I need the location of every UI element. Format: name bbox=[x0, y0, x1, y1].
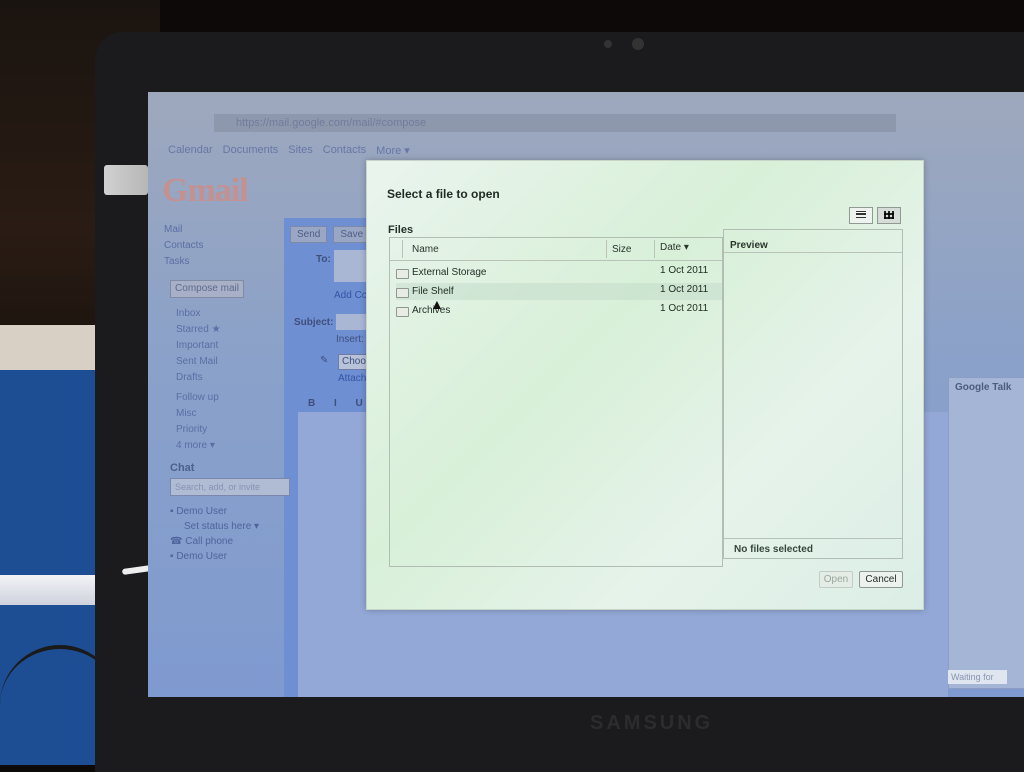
add-cc-link[interactable]: Add Cc bbox=[334, 290, 367, 301]
formatting-toolbar[interactable]: B I U bbox=[308, 398, 371, 409]
chat-contact[interactable]: ▪ Demo User bbox=[170, 504, 259, 519]
nav-mail[interactable]: Mail bbox=[164, 222, 284, 238]
chat-search-input[interactable]: Search, add, or invite bbox=[170, 478, 290, 496]
file-row-file-shelf[interactable]: File Shelf 1 Oct 2011 bbox=[396, 283, 722, 300]
webcam bbox=[632, 38, 644, 50]
label-starred[interactable]: Starred ★ bbox=[176, 322, 221, 338]
divider bbox=[724, 538, 902, 539]
selection-status: No files selected bbox=[734, 544, 813, 555]
column-divider bbox=[402, 240, 403, 258]
file-row-external-storage[interactable]: External Storage 1 Oct 2011 bbox=[396, 264, 722, 281]
file-list-header: Name Size Date ▾ bbox=[390, 238, 722, 261]
view-toggle bbox=[849, 207, 901, 224]
google-talk-status: Waiting for bbox=[948, 670, 1007, 684]
nav-link-more[interactable]: More ▾ bbox=[376, 144, 410, 157]
files-heading: Files bbox=[388, 224, 414, 236]
column-divider bbox=[654, 240, 655, 258]
label-important[interactable]: Important bbox=[176, 338, 221, 354]
grid-view-icon bbox=[884, 211, 894, 219]
google-talk-panel: Google Talk bbox=[948, 377, 1024, 689]
camera-dot bbox=[604, 40, 612, 48]
file-open-dialog: Select a file to open Files Name Size Da… bbox=[366, 160, 924, 610]
list-view-icon bbox=[856, 211, 866, 218]
save-button[interactable]: Save bbox=[333, 226, 371, 243]
call-phone-link[interactable]: ☎ Call phone bbox=[170, 534, 259, 549]
label-drafts[interactable]: Drafts bbox=[176, 370, 221, 386]
open-button[interactable]: Open bbox=[819, 571, 853, 588]
nav-link-calendar[interactable]: Calendar bbox=[168, 144, 213, 157]
subject-label: Subject: bbox=[294, 317, 334, 328]
column-size-header[interactable]: Size bbox=[612, 244, 631, 255]
status-selector[interactable]: Set status here ▾ bbox=[170, 519, 259, 534]
gmail-top-nav: Calendar Documents Sites Contacts More ▾ bbox=[168, 144, 410, 157]
nav-link-sites[interactable]: Sites bbox=[288, 144, 312, 157]
list-view-button[interactable] bbox=[849, 207, 873, 224]
column-date-header[interactable]: Date ▾ bbox=[660, 242, 689, 253]
label-sent[interactable]: Sent Mail bbox=[176, 354, 221, 370]
background-table bbox=[0, 325, 110, 375]
nav-link-documents[interactable]: Documents bbox=[223, 144, 279, 157]
column-name-header[interactable]: Name bbox=[412, 244, 439, 255]
insert-label: Insert: bbox=[336, 334, 364, 345]
chat-contact[interactable]: ▪ Demo User bbox=[170, 549, 259, 564]
bezel-glare bbox=[104, 165, 148, 195]
paperclip-icon: ✎ bbox=[320, 355, 329, 366]
nav-tasks[interactable]: Tasks bbox=[164, 254, 284, 270]
label-more[interactable]: 4 more ▾ bbox=[176, 438, 221, 454]
label-inbox[interactable]: Inbox bbox=[176, 306, 221, 322]
divider bbox=[724, 252, 902, 253]
preview-heading: Preview bbox=[730, 240, 768, 251]
folder-icon bbox=[396, 269, 409, 279]
grid-view-button[interactable] bbox=[877, 207, 901, 224]
app-switcher: Mail Contacts Tasks bbox=[164, 222, 284, 270]
chat-title: Chat bbox=[170, 462, 195, 474]
phone-icon: ☎ bbox=[170, 536, 186, 547]
file-row-archives[interactable]: Archives 1 Oct 2011 bbox=[396, 302, 722, 319]
file-name: External Storage bbox=[412, 267, 487, 278]
mouse-cursor-icon: ▲ bbox=[430, 296, 444, 312]
label-follow-up[interactable]: Follow up bbox=[176, 390, 221, 406]
file-list: Name Size Date ▾ External Storage 1 Oct … bbox=[389, 237, 723, 567]
gmail-logo: Gmail bbox=[162, 172, 249, 209]
dialog-title: Select a file to open bbox=[387, 187, 500, 201]
compose-toolbar: Send Save bbox=[290, 226, 371, 243]
preview-pane: Preview No files selected bbox=[723, 229, 903, 559]
file-date: 1 Oct 2011 bbox=[660, 284, 709, 295]
google-talk-title: Google Talk bbox=[955, 382, 1012, 393]
compose-mail-button[interactable]: Compose mail bbox=[170, 280, 244, 298]
label-list: Inbox Starred ★ Important Sent Mail Draf… bbox=[176, 306, 221, 454]
column-divider bbox=[606, 240, 607, 258]
folder-icon bbox=[396, 307, 409, 317]
nav-link-contacts[interactable]: Contacts bbox=[323, 144, 366, 157]
to-label: To: bbox=[316, 254, 331, 265]
nav-contacts[interactable]: Contacts bbox=[164, 238, 284, 254]
file-date: 1 Oct 2011 bbox=[660, 303, 709, 314]
address-bar[interactable]: https://mail.google.com/mail/#compose bbox=[214, 114, 896, 132]
device-brand: SAMSUNG bbox=[590, 712, 714, 734]
label-priority[interactable]: Priority bbox=[176, 422, 221, 438]
chat-list: ▪ Demo User Set status here ▾ ☎ Call pho… bbox=[170, 504, 259, 564]
label-misc[interactable]: Misc bbox=[176, 406, 221, 422]
file-date: 1 Oct 2011 bbox=[660, 265, 709, 276]
cancel-button[interactable]: Cancel bbox=[859, 571, 903, 588]
folder-icon bbox=[396, 288, 409, 298]
send-button[interactable]: Send bbox=[290, 226, 328, 243]
